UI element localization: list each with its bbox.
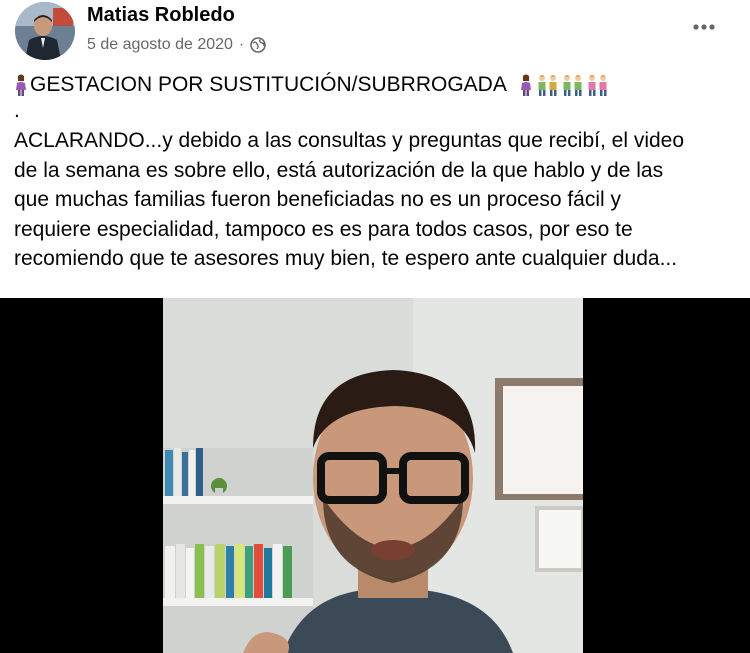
family-emoji xyxy=(561,74,585,96)
family-emoji xyxy=(586,74,610,96)
meta-separator: · xyxy=(238,36,245,53)
post-title-line: GESTACION POR SUSTITUCIÓN/SUBRROGADA xyxy=(14,70,744,100)
more-options-icon[interactable] xyxy=(686,14,722,40)
family-emoji xyxy=(536,74,560,96)
post-meta: 5 de agosto de 2020 · xyxy=(87,36,267,54)
post-body-line: ACLARANDO...y debido a las consultas y p… xyxy=(14,129,685,152)
post-body-line: recomiendo que te asesores muy bien, te … xyxy=(14,247,678,270)
post-date[interactable]: 5 de agosto de 2020 xyxy=(87,36,233,54)
post-body-line: que muchas familias fueron beneficiadas … xyxy=(14,188,622,211)
post-header: Matias Robledo 5 de agosto de 2020 · xyxy=(0,0,750,66)
title-emojis xyxy=(519,74,610,96)
author-name[interactable]: Matias Robledo xyxy=(87,4,235,27)
author-avatar[interactable] xyxy=(15,2,75,60)
pregnant-woman-emoji xyxy=(519,74,533,96)
post-dot-line: . xyxy=(14,99,20,122)
video-frame[interactable] xyxy=(163,298,583,653)
pregnant-woman-emoji xyxy=(14,74,28,96)
globe-icon[interactable] xyxy=(250,37,267,53)
post-body-line: requiere especialidad, tampoco es es par… xyxy=(14,217,633,241)
post-video[interactable] xyxy=(0,298,750,653)
post-title: GESTACION POR SUSTITUCIÓN/SUBRROGADA xyxy=(30,73,507,97)
post-body: ACLARANDO...y debido a las consultas y p… xyxy=(14,126,744,274)
post-text: GESTACION POR SUSTITUCIÓN/SUBRROGADA . A… xyxy=(14,70,744,274)
post-body-line: de la semana es sobre ello, está autoriz… xyxy=(14,158,664,182)
